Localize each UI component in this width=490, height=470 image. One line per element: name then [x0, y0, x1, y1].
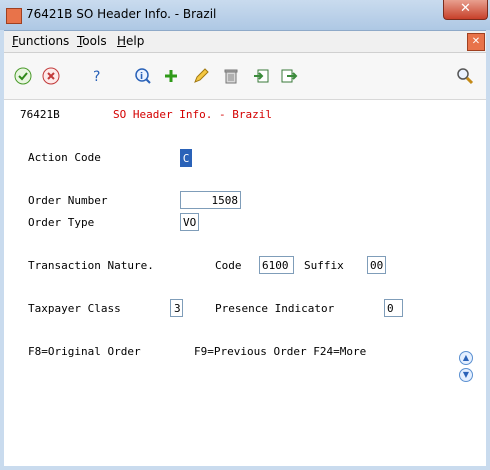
export-icon[interactable] — [280, 67, 298, 85]
taxpayer-class-label: Taxpayer Class — [28, 302, 121, 315]
inquire-icon[interactable]: i — [134, 67, 152, 85]
title-bar: 76421B SO Header Info. - Brazil ✕ — [0, 0, 490, 31]
window-border-right — [486, 30, 490, 470]
code-label: Code — [215, 259, 242, 272]
page-down-icon[interactable]: ▼ — [459, 368, 473, 382]
taxpayer-class-field[interactable]: 3 — [170, 299, 183, 317]
order-type-field[interactable]: VO — [180, 213, 199, 231]
menu-bar: Functions Tools Help ✕ — [4, 31, 486, 53]
action-code-label: Action Code — [28, 151, 101, 164]
menu-help[interactable]: Help — [117, 34, 144, 48]
jde-logo-icon: ✕ — [467, 33, 485, 51]
edit-icon[interactable] — [192, 67, 210, 85]
import-icon[interactable] — [252, 67, 270, 85]
window-border-bottom — [0, 466, 490, 470]
close-button[interactable]: ✕ — [443, 0, 488, 20]
code-field[interactable]: 6100 — [259, 256, 294, 274]
action-code-field[interactable]: C — [180, 149, 192, 167]
transaction-nature-label: Transaction Nature. — [28, 259, 154, 272]
delete-icon[interactable] — [222, 67, 240, 85]
order-number-label: Order Number — [28, 194, 108, 207]
menu-tools[interactable]: Tools — [77, 34, 107, 48]
order-type-label: Order Type — [28, 216, 95, 229]
ok-icon[interactable] — [14, 67, 32, 85]
cancel-icon[interactable] — [42, 67, 60, 85]
footer-f9-f24-label: F9=Previous Order F24=More — [194, 345, 367, 358]
order-number-field[interactable]: 1508 — [180, 191, 241, 209]
page-up-icon[interactable]: ▲ — [459, 351, 473, 365]
menu-functions[interactable]: Functions — [12, 34, 69, 48]
svg-text:i: i — [140, 72, 143, 82]
presence-indicator-label: Presence Indicator — [215, 302, 335, 315]
suffix-field[interactable]: 00 — [367, 256, 386, 274]
app-icon — [6, 8, 22, 24]
help-icon[interactable]: ? — [88, 67, 106, 85]
footer-f8-label: F8=Original Order — [28, 345, 141, 358]
presence-indicator-field[interactable]: 0 — [384, 299, 403, 317]
suffix-label: Suffix — [304, 259, 344, 272]
program-id: 76421B — [20, 108, 60, 121]
add-icon[interactable] — [162, 67, 180, 85]
form-title: SO Header Info. - Brazil — [113, 108, 272, 121]
toolbar: ? i — [4, 53, 486, 100]
form-area: 76421B SO Header Info. - Brazil Action C… — [4, 100, 486, 466]
window-title: 76421B SO Header Info. - Brazil — [26, 7, 217, 21]
search-icon[interactable] — [456, 67, 474, 85]
svg-text:?: ? — [93, 69, 100, 85]
